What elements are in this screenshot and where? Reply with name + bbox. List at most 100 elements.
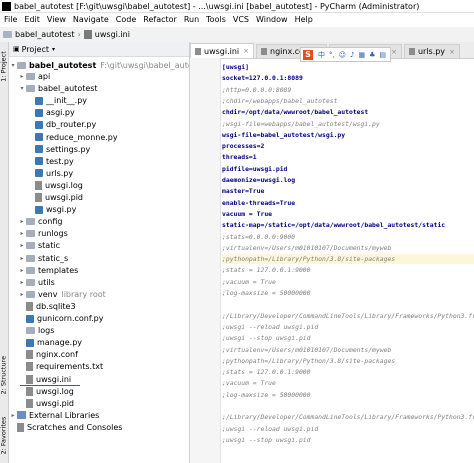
code-line: ;virtualenv=/Users/m01010107/Documents/m… [222, 243, 474, 253]
tree-item[interactable]: test.py [27, 156, 74, 167]
close-icon[interactable]: × [243, 47, 249, 55]
code-line-text: ;/Library/Developer/CommandLineTools/Lib… [222, 413, 474, 422]
tab-structure-tool[interactable]: 2: Structure [0, 356, 9, 395]
tree-item[interactable]: uwsgi.pid [27, 192, 83, 203]
chevron-right-icon[interactable]: ▸ [9, 412, 17, 419]
breadcrumb-file[interactable]: uwsgi.ini [95, 30, 130, 39]
tree-item-label: logs [38, 326, 55, 336]
file-icon [35, 180, 42, 190]
code-line-text: ;stats = 127.0.0.1:9000 [222, 266, 311, 275]
file-icon [83, 30, 92, 39]
tree-item[interactable]: ▸ api [18, 71, 50, 82]
project-panel-header: ▣ Project ▾ [9, 42, 189, 57]
tree-item[interactable]: uwsgi.log [27, 180, 83, 191]
tree-item[interactable]: requirements.txt [18, 361, 103, 372]
folder-icon [26, 242, 35, 250]
tree-item[interactable]: nginx.conf [18, 349, 78, 360]
tree-item[interactable]: ▸ runlogs [18, 228, 67, 239]
tree-item-label: templates [38, 265, 79, 275]
tree-item-label: test.py [46, 156, 74, 166]
breadcrumb-project[interactable]: babel_autotest [15, 30, 75, 39]
chevron-right-icon[interactable]: ▸ [18, 218, 26, 225]
tree-item[interactable]: reduce_monne.py [27, 132, 118, 143]
file-icon [26, 386, 33, 396]
folder-icon [26, 218, 35, 226]
chevron-right-icon[interactable]: ▸ [18, 279, 26, 286]
chevron-right-icon[interactable]: ▸ [18, 230, 26, 237]
code-line: pidfile=uwsgi.pid [222, 164, 474, 174]
tree-item[interactable]: db.sqlite3 [18, 301, 76, 312]
tree-item[interactable]: db_router.py [27, 119, 96, 130]
menu-item-edit[interactable]: Edit [24, 15, 40, 24]
menu-item-navigate[interactable]: Navigate [73, 15, 109, 24]
code-line-text: static-map=/static=/opt/data/wwwroot/bab… [222, 221, 446, 230]
code-line: ;pythonpath=/Library/Python/3.8/site-pac… [222, 254, 474, 265]
tree-root[interactable]: ▾ babel_autotest F:\git\uwsgi\babel_auto… [9, 60, 189, 71]
python-file-icon [35, 205, 43, 214]
menu-item-file[interactable]: File [4, 15, 17, 24]
tree-item[interactable]: Scratches and Consoles [9, 422, 122, 433]
tree-root-label: babel_autotest [29, 61, 97, 70]
menu-item-refactor[interactable]: Refactor [143, 15, 177, 24]
chevron-right-icon[interactable]: ▸ [18, 73, 26, 80]
menu-item-run[interactable]: Run [184, 15, 199, 24]
editor-tab[interactable]: urls.py × [403, 44, 460, 58]
project-panel-title[interactable]: Project [22, 45, 49, 54]
tree-item[interactable]: ▸ static_s [18, 253, 68, 264]
chevron-right-icon[interactable]: ▸ [18, 255, 26, 262]
menu-item-code[interactable]: Code [116, 15, 136, 24]
chevron-right-icon[interactable]: ▸ [18, 267, 26, 274]
folder-icon [26, 230, 35, 238]
python-file-icon [35, 120, 43, 129]
tree-item[interactable]: uwsgi.pid [18, 398, 74, 409]
code-line-text: socket=127.0.0.1:8089 [222, 74, 303, 83]
code-line-text: ;log-maxsize = 50000000 [222, 289, 311, 297]
tree-item[interactable]: ▸ config [18, 216, 62, 227]
menu-item-window[interactable]: Window [256, 15, 288, 24]
menu-item-vcs[interactable]: VCS [233, 15, 249, 24]
tree-item[interactable]: uwsgi.log [18, 386, 74, 397]
tree-item[interactable]: ▾ babel_autotest [18, 83, 97, 94]
code-line: ;virtualenv=/Users/m01010107/Documents/m… [222, 345, 474, 355]
editor-tab-label: urls.py [417, 47, 446, 56]
editor-tab[interactable]: uwsgi.ini × [190, 43, 255, 58]
tree-item[interactable]: manage.py [18, 337, 82, 348]
tree-item[interactable]: ▸ utils [18, 277, 54, 288]
editor-gutter [190, 58, 221, 463]
code-line: ;stats = 127.0.0.1:9000 [222, 265, 474, 275]
python-file-icon [35, 133, 43, 141]
tree-item[interactable]: settings.py [27, 144, 90, 155]
tree-item[interactable]: ▸ templates [18, 265, 78, 276]
tree-item[interactable]: uwsgi.ini [18, 374, 71, 385]
tree-item[interactable]: gunicorn.conf.py [18, 313, 103, 324]
chevron-down-icon[interactable]: ▾ [18, 85, 26, 92]
chevron-down-icon[interactable]: ▾ [52, 46, 55, 53]
tab-project-tool[interactable]: 1: Project [0, 49, 9, 85]
menu-item-help[interactable]: Help [295, 15, 313, 24]
tree-item[interactable]: ▸ External Libraries [9, 410, 99, 421]
close-icon[interactable]: × [391, 48, 397, 56]
folder-icon [3, 31, 12, 38]
chevron-right-icon[interactable]: ▸ [18, 291, 26, 298]
code-line: ;pythonpath=/Library/Python/3.8/site-pac… [222, 356, 474, 366]
code-line: ;/Library/Developer/CommandLineTools/Lib… [222, 412, 474, 422]
tree-item[interactable]: asgi.py [27, 107, 75, 118]
close-icon[interactable]: × [449, 48, 455, 56]
tree-item[interactable]: ▸ venv library root [18, 289, 105, 300]
code-line-text: ;/Library/Developer/CommandLineTools/Lib… [222, 311, 474, 320]
chevron-right-icon[interactable]: ▸ [18, 242, 26, 249]
tree-item[interactable]: urls.py [27, 168, 73, 179]
menu-item-view[interactable]: View [47, 15, 66, 24]
tab-favorites-tool[interactable]: 2: Favorites [0, 417, 9, 455]
tree-item-label: api [38, 72, 51, 81]
code-view[interactable]: [uwsgi] socket=127.0.0.1:8089 ;http=0.0.0.… [222, 58, 474, 463]
tree-item[interactable]: ▸ static [18, 240, 59, 251]
chevron-down-icon[interactable]: ▾ [9, 62, 17, 69]
code-line-text: processes=2 [222, 142, 265, 151]
tree-item[interactable]: logs [18, 325, 54, 336]
folder-icon [26, 327, 35, 335]
code-line: threads=1 [222, 152, 474, 162]
menu-item-tools[interactable]: Tools [206, 15, 226, 24]
tree-item[interactable]: __init__.py [27, 95, 87, 106]
tree-item[interactable]: wsgi.py [27, 204, 76, 215]
